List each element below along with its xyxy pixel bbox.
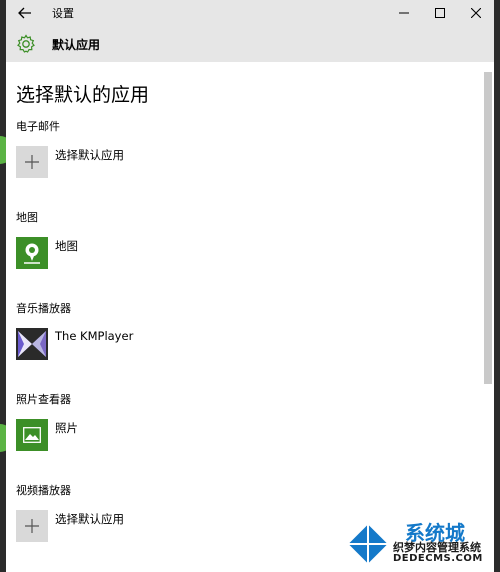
back-arrow-icon [18, 7, 31, 19]
maximize-icon [435, 8, 445, 18]
minimize-button[interactable] [386, 0, 422, 26]
section-label-photos: 照片查看器 [16, 393, 71, 406]
music-app-selector[interactable]: The KMPlayer [16, 328, 133, 360]
window-controls [386, 0, 494, 26]
video-app-selector[interactable]: 选择默认应用 [16, 510, 124, 542]
photos-app-selector[interactable]: 照片 [16, 419, 78, 451]
maps-icon [16, 237, 48, 269]
scrollbar[interactable] [484, 72, 492, 384]
section-label-maps: 地图 [16, 211, 38, 224]
minimize-icon [399, 12, 409, 14]
close-icon [471, 8, 481, 18]
settings-window: 设置 默认应用 选择默认的应用 电子邮件 选择默认应用 地图 地图 音乐播放器 … [6, 0, 494, 572]
back-button[interactable] [14, 4, 36, 22]
photos-icon [16, 419, 48, 451]
app-name: 选择默认应用 [55, 512, 124, 526]
watermark: 系统城 织梦内容管理系统 DEDECMS.COM [345, 515, 495, 572]
maps-app-selector[interactable]: 地图 [16, 237, 78, 269]
kmplayer-icon [16, 328, 48, 360]
email-app-selector[interactable]: 选择默认应用 [16, 146, 124, 178]
plus-icon [16, 146, 48, 178]
app-name: 选择默认应用 [55, 148, 124, 162]
page-title: 选择默认的应用 [16, 84, 150, 106]
window-title: 设置 [52, 7, 74, 20]
app-name: The KMPlayer [55, 329, 134, 343]
app-name: 地图 [55, 239, 78, 253]
section-label-music: 音乐播放器 [16, 302, 71, 315]
watermark-line2: DEDECMS.COM [393, 553, 483, 564]
section-label-email: 电子邮件 [16, 120, 60, 133]
gear-icon [17, 34, 35, 53]
close-button[interactable] [458, 0, 494, 26]
plus-icon [16, 510, 48, 542]
app-name: 照片 [55, 421, 78, 435]
title-bar: 设置 [6, 0, 494, 26]
maximize-button[interactable] [422, 0, 458, 26]
section-label-video: 视频播放器 [16, 484, 71, 497]
page-header: 默认应用 [6, 26, 494, 62]
header-title: 默认应用 [52, 38, 101, 52]
windows-logo-icon [345, 521, 391, 567]
